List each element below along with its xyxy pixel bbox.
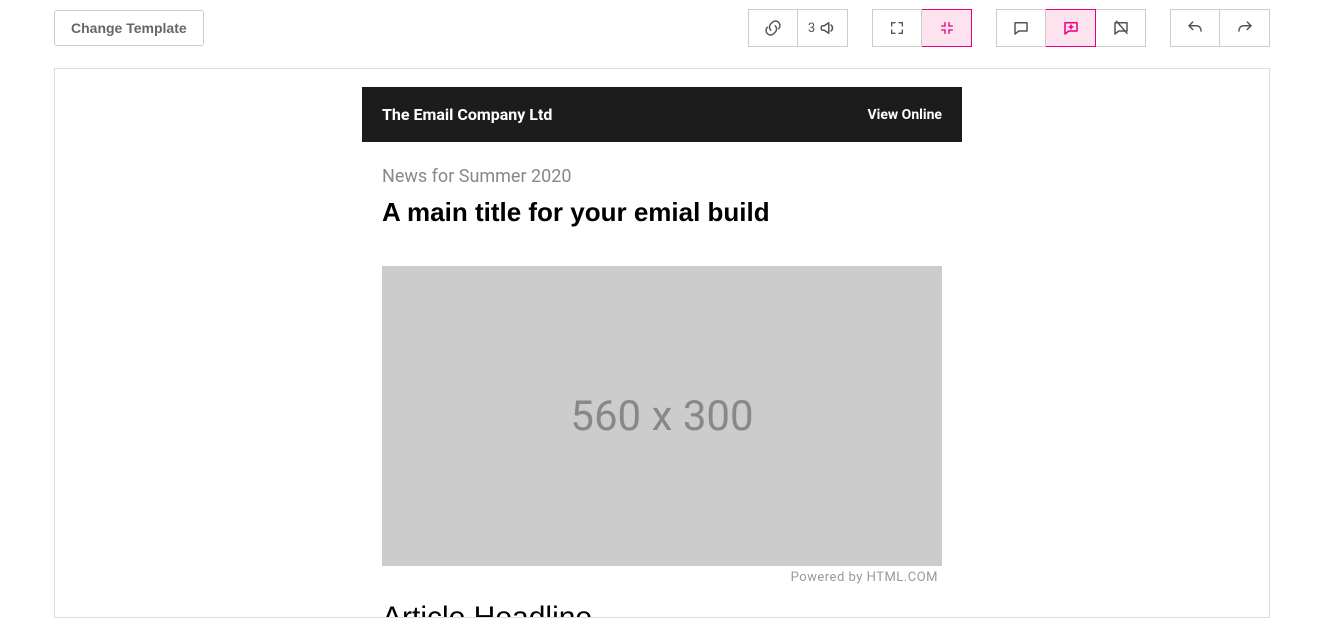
canvas: The Email Company Ltd View Online News f… [54,68,1270,618]
email-preview: The Email Company Ltd View Online News f… [362,69,962,617]
undo-icon [1186,19,1204,37]
collapse-icon [939,20,955,36]
megaphone-icon [819,19,837,37]
comment-disabled-button[interactable] [1096,9,1146,47]
view-online-link[interactable]: View Online [868,107,943,123]
email-body: News for Summer 2020 A main title for yo… [362,142,962,618]
article-headline: Article Headline [382,601,942,618]
comment-button[interactable] [996,9,1046,47]
toolbar-group-view [872,9,972,47]
toolbar-group-history [1170,9,1270,47]
toolbar-group-comments [996,9,1146,47]
email-header: The Email Company Ltd View Online [362,87,962,142]
comment-add-button[interactable] [1046,9,1096,47]
expand-button[interactable] [872,9,922,47]
placeholder-dimensions-label: 560 x 300 [570,392,753,441]
notification-count: 3 [808,21,815,36]
redo-icon [1236,19,1254,37]
email-main-title: A main title for your emial build [382,197,942,228]
change-template-button[interactable]: Change Template [54,10,204,46]
email-subtitle: News for Summer 2020 [382,166,942,187]
redo-button[interactable] [1220,9,1270,47]
company-name: The Email Company Ltd [382,105,552,124]
comment-icon [1012,19,1030,37]
hero-image-placeholder[interactable]: 560 x 300 [382,266,942,566]
powered-by-label: Powered by HTML.COM [382,566,942,593]
expand-icon [889,20,905,36]
comment-slash-icon [1112,19,1130,37]
link-icon [764,19,782,37]
toolbar-group-links: 3 [748,9,848,47]
collapse-button[interactable] [922,9,972,47]
toolbar-right: 3 [748,9,1270,47]
notifications-button[interactable]: 3 [798,9,848,47]
toolbar: Change Template 3 [0,0,1324,56]
link-button[interactable] [748,9,798,47]
comment-add-icon [1062,19,1080,37]
undo-button[interactable] [1170,9,1220,47]
